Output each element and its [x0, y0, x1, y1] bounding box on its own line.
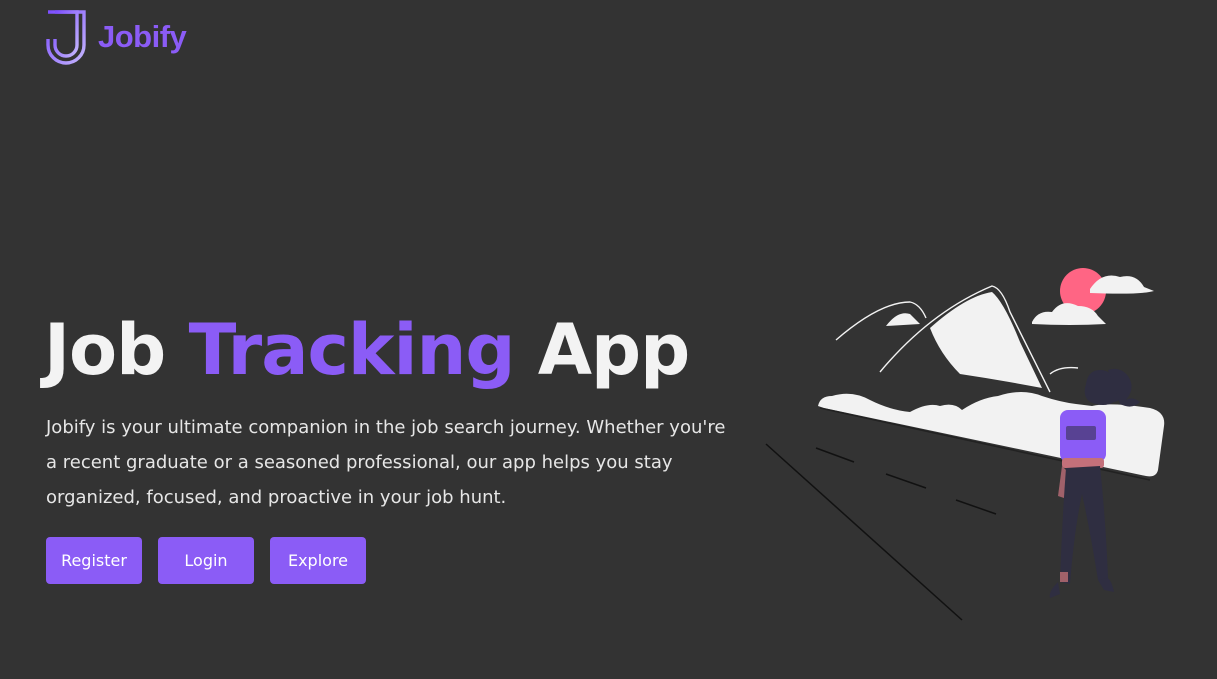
hero-title-part1: Job	[44, 309, 166, 391]
hero-title-part2: App	[537, 309, 690, 391]
brand-name: Jobify	[98, 19, 187, 54]
explore-button[interactable]: Explore	[270, 537, 366, 584]
register-button[interactable]: Register	[46, 537, 142, 584]
j-logo-icon	[46, 10, 86, 65]
login-button[interactable]: Login	[158, 537, 254, 584]
hero-title-accent: Tracking	[188, 309, 516, 391]
hero-title: Job Tracking App	[44, 305, 690, 395]
hiker-mountains-illustration	[765, 268, 1165, 621]
logo[interactable]: Jobify	[46, 9, 187, 65]
landing-page: Jobify Job Tracking App Jobify is your u…	[0, 0, 1217, 679]
hero-actions: Register Login Explore	[46, 537, 366, 584]
road-lines-icon	[765, 443, 997, 621]
hero-description: Jobify is your ultimate companion in the…	[46, 417, 726, 508]
